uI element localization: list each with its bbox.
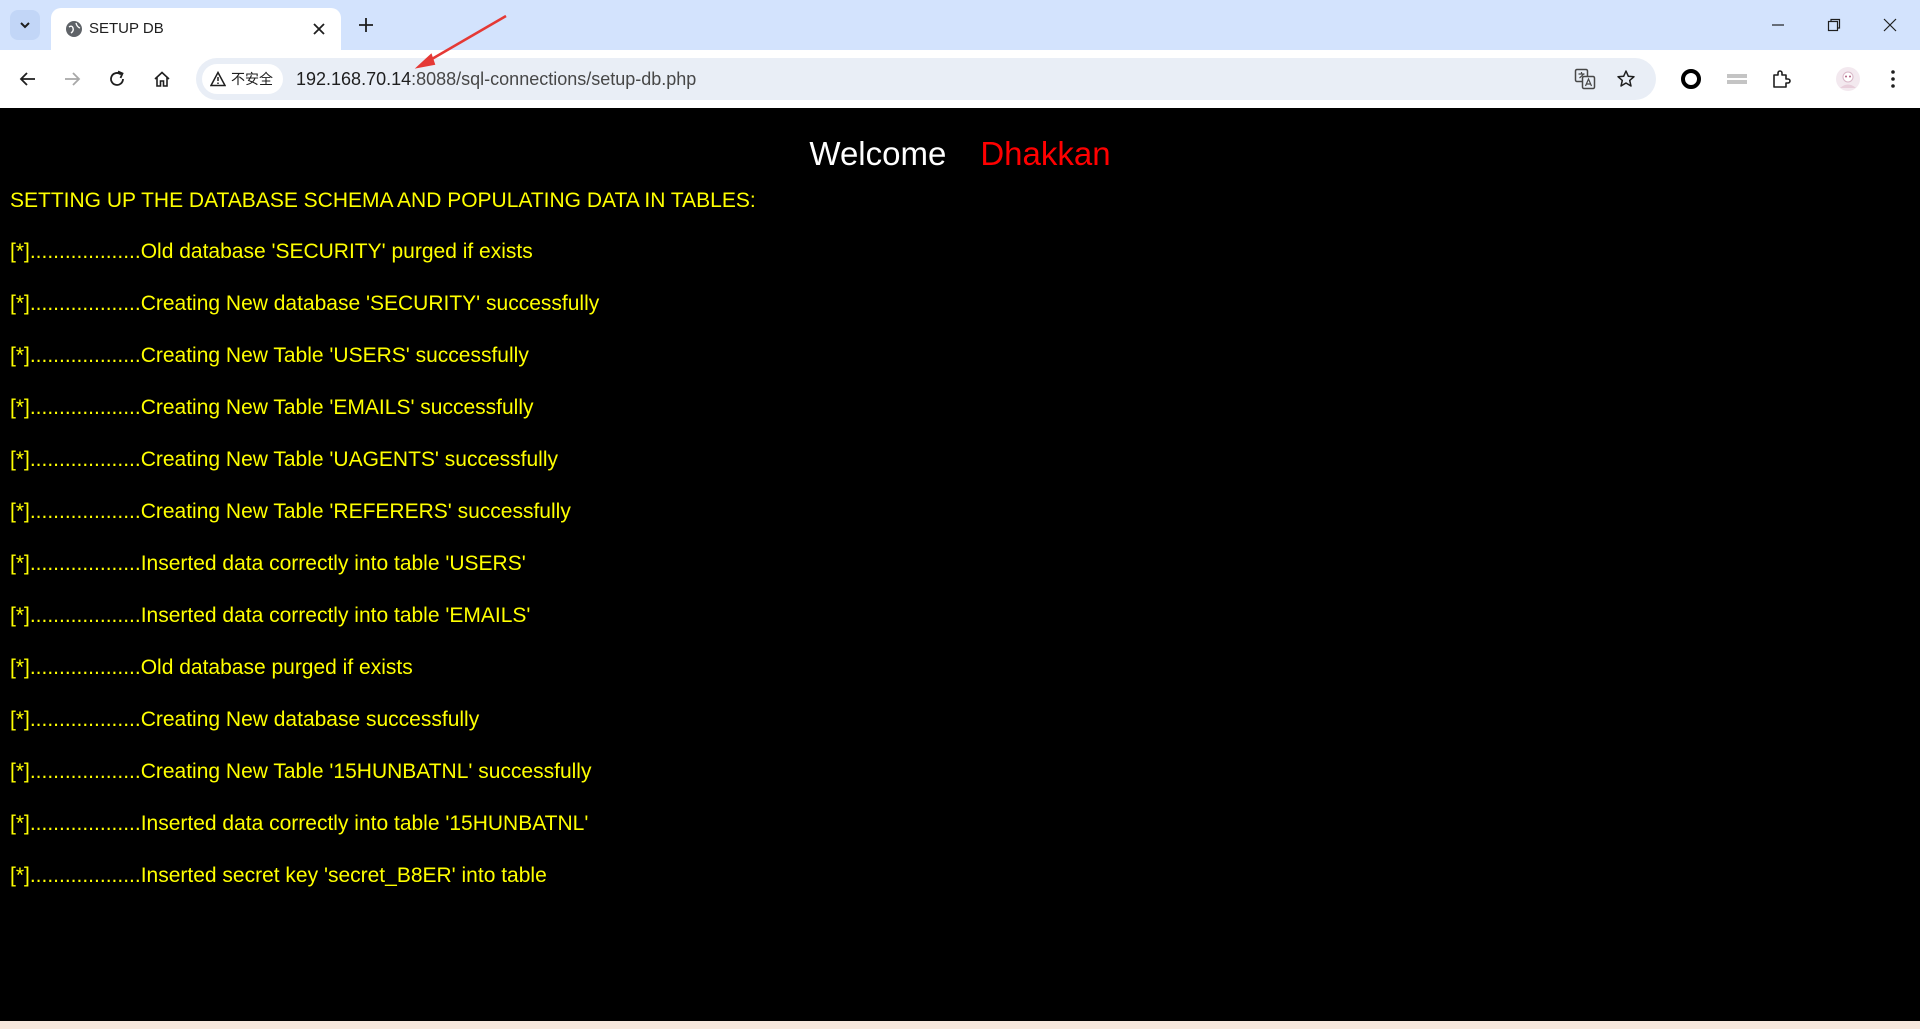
translate-button[interactable] [1572, 66, 1598, 92]
security-label: 不安全 [231, 72, 273, 88]
restore-icon [1827, 18, 1841, 32]
log-line: [*]...................Creating New datab… [10, 292, 600, 315]
log-line: [*]...................Creating New Table… [10, 344, 529, 367]
log-line: [*]...................Old database 'SECU… [10, 240, 533, 263]
extensions-button[interactable] [1767, 64, 1797, 94]
globe-icon [63, 18, 85, 40]
log-line: [*]...................Creating New datab… [10, 708, 480, 731]
url-host: 192.168.70.14 [296, 69, 412, 89]
welcome-text: Welcome [809, 135, 947, 172]
warning-icon [210, 71, 226, 87]
log-line: [*]...................Old database purge… [10, 656, 413, 679]
extension-button-1[interactable] [1676, 64, 1706, 94]
tab-search-button[interactable] [10, 10, 40, 40]
log-line: [*]...................Inserted data corr… [10, 604, 531, 627]
forward-button[interactable] [55, 62, 89, 96]
tab-strip: SETUP DB [0, 0, 1920, 50]
setup-log: [*]...................Old database 'SECU… [10, 239, 599, 915]
user-name: Dhakkan [980, 135, 1111, 172]
arrow-right-icon [65, 72, 81, 86]
address-bar[interactable]: 不安全 192.168.70.14:8088/sql-connections/s… [196, 58, 1656, 100]
page-content: Welcome Dhakkan SETTING UP THE DATABASE S… [0, 108, 1920, 1021]
chevron-down-icon [20, 22, 30, 29]
translate-icon [1574, 68, 1596, 90]
browser-tab[interactable]: SETUP DB [51, 8, 341, 50]
home-icon [154, 71, 170, 87]
puzzle-icon [1773, 70, 1791, 88]
log-line: [*]...................Creating New Table… [10, 500, 571, 523]
security-indicator[interactable]: 不安全 [202, 64, 283, 94]
log-line: [*]...................Inserted secret ke… [10, 864, 547, 887]
new-tab-button[interactable] [351, 10, 381, 40]
restore-button[interactable] [1806, 0, 1862, 50]
tab-title: SETUP DB [89, 20, 164, 37]
star-icon [1617, 70, 1635, 87]
window-bottom-edge [0, 1021, 1920, 1029]
reload-icon [110, 70, 124, 86]
browser-menu-button[interactable] [1878, 64, 1908, 94]
browser-toolbar: 不安全 192.168.70.14:8088/sql-connections/s… [0, 50, 1920, 108]
plus-icon [359, 18, 373, 32]
arrow-left-icon [19, 72, 35, 86]
reload-button[interactable] [100, 62, 134, 96]
back-button[interactable] [11, 62, 45, 96]
home-button[interactable] [145, 62, 179, 96]
minimize-button[interactable] [1750, 0, 1806, 50]
extension-button-2[interactable] [1722, 64, 1752, 94]
circle-icon [1681, 69, 1701, 89]
url-path: :8088/sql-connections/setup-db.php [411, 69, 697, 89]
log-line: [*]...................Creating New Table… [10, 448, 558, 471]
close-icon [1883, 18, 1897, 32]
log-line: [*]...................Inserted data corr… [10, 552, 526, 575]
url-text[interactable]: 192.168.70.14:8088/sql-connections/setup… [296, 68, 696, 90]
profile-button[interactable] [1833, 64, 1863, 94]
close-window-button[interactable] [1862, 0, 1918, 50]
tab-close-button[interactable] [307, 17, 331, 41]
log-line: [*]...................Inserted data corr… [10, 812, 589, 835]
log-line: [*]...................Creating New Table… [10, 396, 534, 419]
log-line: [*]...................Creating New Table… [10, 760, 592, 783]
welcome-banner: Welcome Dhakkan [0, 134, 1920, 174]
bookmark-button[interactable] [1613, 66, 1639, 92]
close-icon [313, 23, 325, 35]
minimize-icon [1772, 24, 1784, 26]
stack-icon [1727, 74, 1747, 84]
avatar-icon [1836, 67, 1860, 91]
setup-heading: SETTING UP THE DATABASE SCHEMA AND POPUL… [10, 189, 756, 212]
kebab-menu-icon [1891, 70, 1895, 88]
